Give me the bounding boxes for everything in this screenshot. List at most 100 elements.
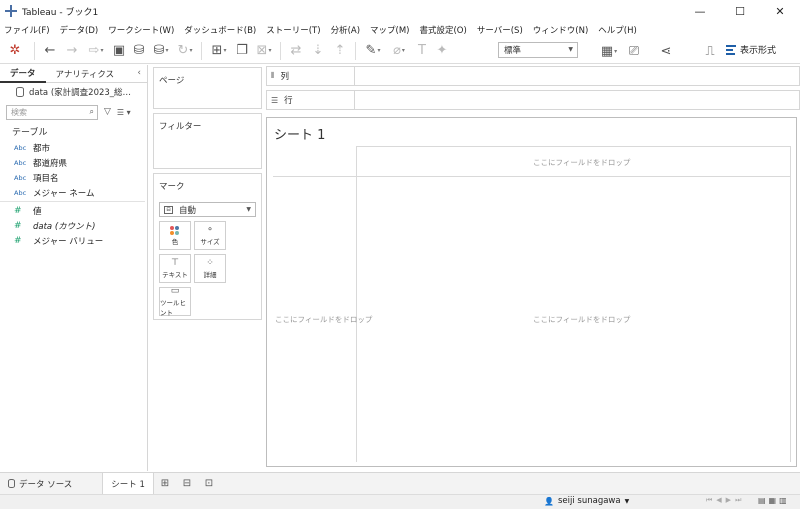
color-button[interactable]: 色 <box>159 221 191 250</box>
tooltip-button[interactable]: ▭ ツールヒント <box>159 286 191 317</box>
search-input[interactable]: 検索 ⌕ <box>6 104 98 120</box>
workbook-optimizer-icon[interactable]: ⎍ <box>700 40 720 62</box>
field-name: 項目名 <box>33 173 59 184</box>
clear-sheet-icon[interactable]: ⊠ ▾ <box>252 40 276 62</box>
menu-story[interactable]: ストーリー(T) <box>266 24 320 36</box>
menu-server[interactable]: サーバー(S) <box>477 24 523 36</box>
window-title: Tableau - ブック1 <box>22 7 99 18</box>
rows-shelf-label: ☰ 行 <box>266 90 355 110</box>
tableau-home-icon[interactable]: ✲ <box>0 40 30 62</box>
new-worksheet-icon[interactable]: ⊞ ▾ <box>206 40 232 62</box>
filters-card-title: フィルター <box>159 122 202 132</box>
field-item[interactable]: # 値 <box>0 203 147 218</box>
tab-analytics[interactable]: アナリティクス <box>46 65 125 83</box>
size-icon: ⚬ <box>206 225 214 235</box>
filters-card[interactable]: フィルター <box>153 113 262 169</box>
columns-shelf-label: ⦀ 列 <box>266 66 355 86</box>
menu-map[interactable]: マップ(M) <box>370 24 409 36</box>
field-item[interactable]: Abc メジャー ネーム <box>0 185 147 200</box>
text-button[interactable]: ⊤ テキスト <box>159 254 191 283</box>
fix-axes-icon[interactable]: ✦ <box>432 40 452 62</box>
status-bar: 👤 seiji sunagawa ▼ ⏮◀▶⏭ ▤▦▥ <box>0 494 800 509</box>
toolbar-separator <box>280 41 281 60</box>
menu-file[interactable]: ファイル(F) <box>4 24 50 36</box>
new-dashboard-icon[interactable]: ⊟ <box>176 473 198 495</box>
user-icon: 👤 <box>544 496 554 506</box>
rows-drop-area[interactable] <box>355 90 800 110</box>
refresh-icon[interactable]: ↻ ▾ <box>173 40 197 62</box>
view-options-icon[interactable]: ☰ ▾ <box>117 108 131 117</box>
menu-worksheet[interactable]: ワークシート(W) <box>108 24 174 36</box>
drop-field-hint-top[interactable]: ここにフィールドをドロップ <box>533 157 630 168</box>
datasource-item[interactable]: data (家計調査2023_総… <box>0 83 147 101</box>
fit-select[interactable]: 標準 ▼ <box>498 42 578 58</box>
field-item[interactable]: # data (カウント) <box>0 218 147 233</box>
collapse-pane-icon[interactable]: ‹ <box>137 68 141 78</box>
show-mark-labels-icon[interactable]: T <box>412 40 432 62</box>
minimize-button[interactable]: — <box>680 0 720 22</box>
menu-data[interactable]: データ(D) <box>60 24 99 36</box>
swap-rows-columns-icon[interactable]: ⇄ <box>285 40 307 62</box>
marks-card: マーク ⊟ 自動 ▼ 色 ⚬ サイズ ⊤ テキスト ⁘ 詳細 ▭ ツールヒント <box>153 173 262 320</box>
share-icon[interactable]: ⋖ <box>656 40 676 62</box>
data-pane-tabs: データ アナリティクス ‹ <box>0 65 147 83</box>
tab-data[interactable]: データ <box>0 65 46 83</box>
presentation-mode-icon[interactable]: ⎚ <box>624 40 644 62</box>
tab-sheet1[interactable]: シート 1 <box>102 472 154 495</box>
mark-type-value: 自動 <box>179 205 197 216</box>
cards-column: ページ フィルター マーク ⊟ 自動 ▼ 色 ⚬ サイズ ⊤ テキスト ⁘ 詳細… <box>152 65 262 471</box>
new-worksheet-icon[interactable]: ⊞ <box>154 473 176 495</box>
window-controls: — ☐ ✕ <box>680 0 800 22</box>
show-me-button[interactable]: 表示形式 <box>726 43 776 56</box>
undo-icon[interactable]: ← <box>39 40 61 62</box>
save-icon[interactable]: ▣ <box>109 40 129 62</box>
filter-icon[interactable]: ▽ <box>104 107 111 117</box>
size-button[interactable]: ⚬ サイズ <box>194 221 226 250</box>
sheet-canvas[interactable]: シート 1 ここにフィールドをドロップ ここにフィールドをドロップ ここにフィー… <box>266 117 797 467</box>
chevron-down-icon: ▼ <box>246 206 251 213</box>
field-item[interactable]: # メジャー バリュー <box>0 233 147 248</box>
columns-drop-area[interactable] <box>355 66 800 86</box>
canvas-divider <box>356 146 791 147</box>
drop-field-hint-left[interactable]: ここにフィールドをドロップ <box>275 314 372 325</box>
show-cards-icon[interactable]: ▦ ▾ <box>596 40 622 62</box>
canvas-divider <box>273 176 791 177</box>
menu-window[interactable]: ウィンドウ(N) <box>533 24 589 36</box>
sheet-view-mode-icons[interactable]: ▤▦▥ <box>758 496 790 505</box>
mark-type-select[interactable]: ⊟ 自動 ▼ <box>159 202 256 217</box>
menu-format[interactable]: 書式設定(O) <box>419 24 466 36</box>
duplicate-sheet-icon[interactable]: ❐ <box>232 40 252 62</box>
sort-descending-icon[interactable]: ⇡ <box>329 40 351 62</box>
data-pane: データ アナリティクス ‹ data (家計調査2023_総… 検索 ⌕ ▽ ☰… <box>0 65 148 471</box>
close-button[interactable]: ✕ <box>760 0 800 22</box>
field-name: メジャー バリュー <box>33 236 104 247</box>
field-item[interactable]: Abc 都道府県 <box>0 155 147 170</box>
new-story-icon[interactable]: ⊡ <box>198 473 220 495</box>
toolbar-separator <box>201 41 202 60</box>
menu-help[interactable]: ヘルプ(H) <box>598 24 637 36</box>
field-name: 都道府県 <box>33 158 68 169</box>
tab-datasource[interactable]: データ ソース <box>0 473 80 495</box>
number-type-icon: # <box>14 235 22 246</box>
field-item[interactable]: Abc 項目名 <box>0 170 147 185</box>
maximize-button[interactable]: ☐ <box>720 0 760 22</box>
replay-icon[interactable]: ⇨ ▾ <box>83 40 109 62</box>
toolbar-separator <box>355 41 356 60</box>
sort-ascending-icon[interactable]: ⇣ <box>307 40 329 62</box>
pages-card[interactable]: ページ <box>153 67 262 109</box>
sheet-navigation-icons[interactable]: ⏮◀▶⏭ <box>706 496 745 505</box>
string-type-icon: Abc <box>14 143 27 152</box>
new-datasource-icon[interactable]: ⛁ <box>129 40 149 62</box>
drop-field-hint-center[interactable]: ここにフィールドをドロップ <box>533 314 630 325</box>
field-item[interactable]: Abc 都市 <box>0 140 147 155</box>
pause-updates-icon[interactable]: ⛁ ▾ <box>149 40 173 62</box>
menu-analysis[interactable]: 分析(A) <box>331 24 360 36</box>
user-menu[interactable]: 👤 seiji sunagawa ▼ <box>544 496 629 506</box>
highlight-icon[interactable]: ✎ ▾ <box>360 40 386 62</box>
menu-dashboard[interactable]: ダッシュボード(B) <box>184 24 256 36</box>
detail-button[interactable]: ⁘ 詳細 <box>194 254 226 283</box>
group-members-icon[interactable]: ⌀ ▾ <box>386 40 412 62</box>
sheet-title[interactable]: シート 1 <box>274 124 325 143</box>
field-name: 都市 <box>33 143 51 154</box>
redo-icon[interactable]: → <box>61 40 83 62</box>
